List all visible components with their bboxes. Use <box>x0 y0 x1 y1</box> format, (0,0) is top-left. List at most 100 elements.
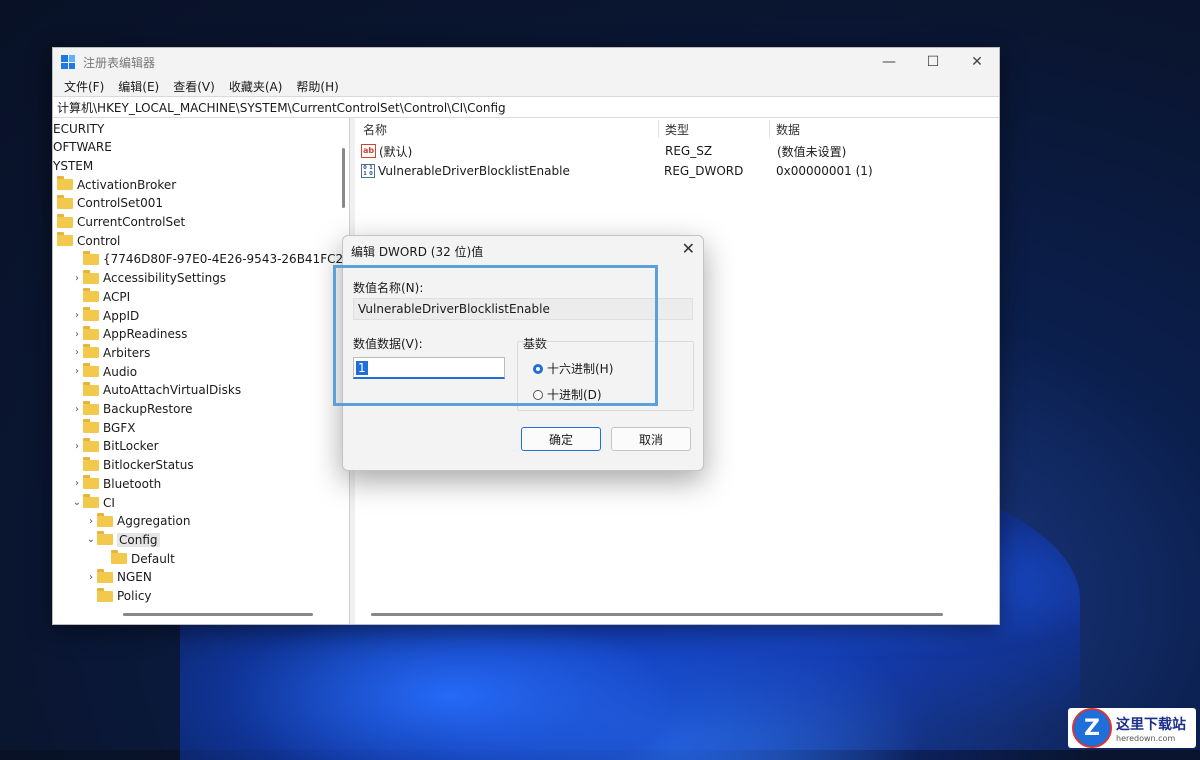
tree-expand-chevron-icon[interactable]: › <box>85 572 97 583</box>
tree-node-label: BitlockerStatus <box>103 458 194 473</box>
tree-node[interactable]: Default <box>99 549 175 568</box>
close-window-button[interactable]: ✕ <box>955 48 999 76</box>
column-divider <box>658 120 659 138</box>
tree-node-label: Bluetooth <box>103 476 162 491</box>
value-name: (默认) <box>379 144 413 159</box>
address-bar[interactable]: 计算机\HKEY_LOCAL_MACHINE\SYSTEM\CurrentCon… <box>53 96 999 118</box>
tree-node[interactable]: {7746D80F-97E0-4E26-9543-26B41FC22F79} <box>71 250 349 269</box>
tree-node[interactable]: ⌄ CI <box>71 493 115 512</box>
tree-expand-chevron-icon[interactable]: › <box>71 404 83 415</box>
folder-icon <box>97 512 113 527</box>
tree-node[interactable]: › AppID <box>71 306 139 325</box>
tree-node[interactable]: ECURITY <box>53 119 104 138</box>
folder-icon <box>83 494 99 508</box>
watermark-title: 这里下载站 <box>1116 716 1186 733</box>
tree-node[interactable]: YSTEM <box>53 156 93 175</box>
list-horizontal-scrollbar[interactable] <box>371 613 943 616</box>
column-header-data[interactable]: 数据 <box>776 118 800 140</box>
tree-expand-chevron-icon[interactable]: › <box>71 310 83 321</box>
folder-icon <box>83 437 99 452</box>
registry-tree[interactable]: ECURITY OFTWARE YSTEM ActivationBroker Contr… <box>53 118 350 624</box>
tree-node[interactable]: CurrentControlSet <box>57 213 185 232</box>
tree-node[interactable]: ACPI <box>71 287 130 306</box>
tree-node-label: ControlSet001 <box>77 196 163 211</box>
menu-favorites[interactable]: 收藏夹(A) <box>222 78 290 95</box>
menu-file[interactable]: 文件(F) <box>57 78 111 95</box>
tree-expand-chevron-icon[interactable]: › <box>71 441 83 452</box>
tree-node-label: OFTWARE <box>53 140 112 155</box>
tree-expand-chevron-icon[interactable]: › <box>71 478 83 489</box>
menu-bar: 文件(F) 编辑(E) 查看(V) 收藏夹(A) 帮助(H) <box>53 76 999 96</box>
list-row-default[interactable]: ab (默认) REG_SZ (数值未设置) <box>361 141 941 161</box>
value-data: (数值未设置) <box>777 144 847 159</box>
folder-icon <box>83 325 99 340</box>
folder-icon <box>83 456 99 471</box>
column-header-type[interactable]: 类型 <box>665 118 689 140</box>
list-row-vulnerable-driver[interactable]: 0110 VulnerableDriverBlocklistEnable REG… <box>361 161 941 181</box>
tree-node[interactable]: › BitLocker <box>71 437 159 456</box>
tree-node-label: CurrentControlSet <box>77 215 186 229</box>
tree-node[interactable]: BitlockerStatus <box>71 456 194 475</box>
ok-button[interactable]: 确定 <box>521 427 601 451</box>
tree-node[interactable]: Control <box>57 231 120 250</box>
tree-node[interactable]: › AccessibilitySettings <box>71 269 226 288</box>
tree-expand-chevron-icon[interactable]: ⌄ <box>85 534 97 545</box>
tree-node-label: AppReadiness <box>103 327 188 342</box>
watermark-logo-icon: Z <box>1072 708 1112 748</box>
folder-icon <box>97 568 113 583</box>
tree-node-label: Arbiters <box>103 345 151 360</box>
tree-node-label: BGFX <box>103 420 136 435</box>
folder-icon <box>83 381 99 396</box>
title-bar: 注册表编辑器 — ☐ ✕ <box>53 48 999 76</box>
tree-node[interactable]: › Aggregation <box>85 512 190 531</box>
minimize-button[interactable]: — <box>867 48 911 76</box>
tree-node-label: ECURITY <box>53 121 105 136</box>
tree-expand-chevron-icon[interactable]: › <box>85 516 97 527</box>
tree-node-label: AppID <box>103 308 140 323</box>
tree-node-label: Config <box>117 532 160 547</box>
tree-node[interactable]: › Arbiters <box>71 343 150 362</box>
menu-help[interactable]: 帮助(H) <box>289 78 345 95</box>
binary-value-icon: 0110 <box>361 164 375 178</box>
tree-node[interactable]: ControlSet001 <box>57 194 163 213</box>
tree-node-label: AutoAttachVirtualDisks <box>103 383 242 398</box>
tree-node[interactable]: OFTWARE <box>53 138 112 157</box>
column-header-name[interactable]: 名称 <box>363 118 387 140</box>
folder-icon <box>83 288 99 303</box>
folder-icon <box>57 176 73 191</box>
string-value-icon: ab <box>361 144 376 158</box>
cancel-button[interactable]: 取消 <box>611 427 691 451</box>
tree-node[interactable]: › BackupRestore <box>71 400 193 419</box>
tree-node-label: BackupRestore <box>103 402 193 416</box>
tree-node[interactable]: AutoAttachVirtualDisks <box>71 381 241 400</box>
folder-icon <box>83 419 99 434</box>
tree-node-label: YSTEM <box>53 158 94 173</box>
tree-node[interactable]: BGFX <box>71 418 135 437</box>
menu-edit[interactable]: 编辑(E) <box>111 78 166 95</box>
column-divider <box>769 120 770 138</box>
tree-node-label: Policy <box>117 589 152 603</box>
tree-horizontal-scrollbar[interactable] <box>123 613 313 616</box>
tree-expand-chevron-icon[interactable]: › <box>71 273 83 284</box>
tree-node[interactable]: › Audio <box>71 362 137 381</box>
folder-icon <box>83 307 99 321</box>
tree-expand-chevron-icon[interactable]: › <box>71 329 83 340</box>
dialog-close-icon[interactable]: ✕ <box>682 239 695 258</box>
tree-node[interactable]: Policy <box>85 587 152 606</box>
tree-expand-chevron-icon[interactable]: ⌄ <box>71 497 83 508</box>
tree-node-label: CI <box>103 495 115 510</box>
tree-node-label: AccessibilitySettings <box>103 271 227 286</box>
tree-node[interactable]: › AppReadiness <box>71 325 187 344</box>
tree-node[interactable]: › Bluetooth <box>71 474 161 493</box>
folder-icon <box>83 475 99 490</box>
tree-node[interactable]: ⌄ Config <box>85 530 160 549</box>
menu-view[interactable]: 查看(V) <box>166 78 222 95</box>
tree-expand-chevron-icon[interactable]: › <box>71 347 83 358</box>
dialog-title: 编辑 DWORD (32 位)值 <box>351 245 484 259</box>
tree-node[interactable]: › NGEN <box>85 568 152 587</box>
tree-node-label: ActivationBroker <box>77 177 177 192</box>
tree-vertical-scrollbar[interactable] <box>342 148 345 208</box>
maximize-button[interactable]: ☐ <box>911 48 955 76</box>
tree-expand-chevron-icon[interactable]: › <box>71 366 83 377</box>
tree-node[interactable]: ActivationBroker <box>57 175 176 194</box>
